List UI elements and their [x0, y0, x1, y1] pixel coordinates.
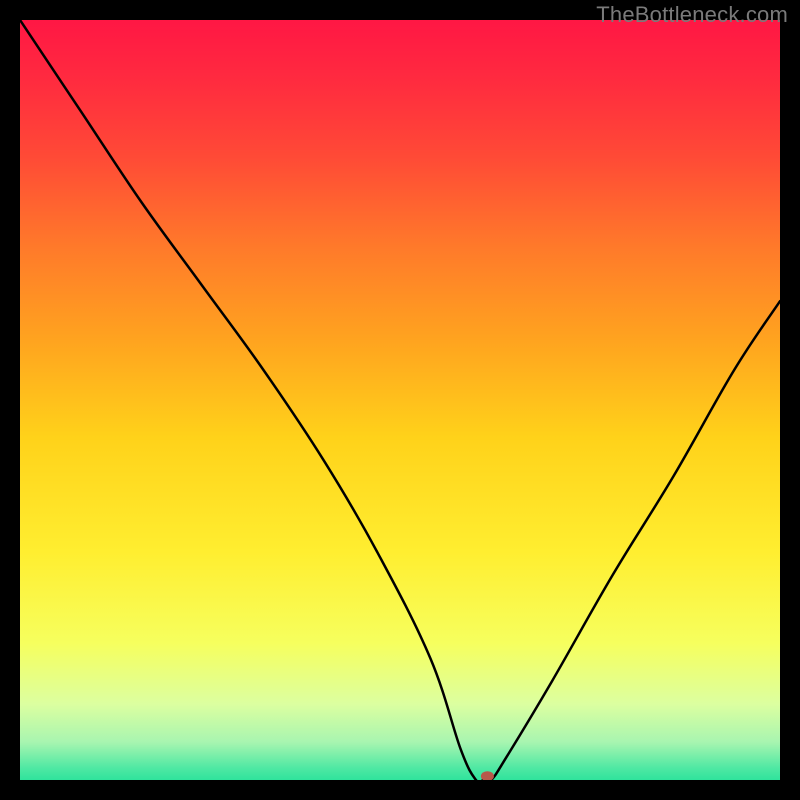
watermark-text: TheBottleneck.com [596, 2, 788, 28]
gradient-background [20, 20, 780, 780]
bottleneck-chart-svg [20, 20, 780, 780]
plot-area [20, 20, 780, 780]
chart-container: TheBottleneck.com [0, 0, 800, 800]
